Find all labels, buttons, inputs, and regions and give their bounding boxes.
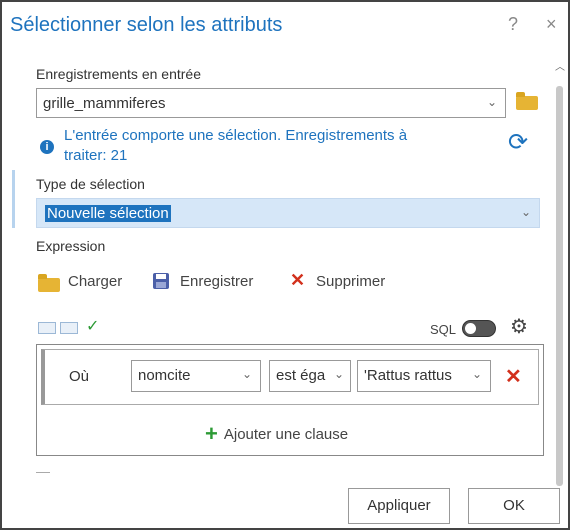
selection-info-line2: traiter: 21 (64, 147, 128, 164)
sql-toggle-label: SQL (430, 322, 457, 337)
apply-button[interactable]: Appliquer (348, 488, 450, 524)
scroll-thumb[interactable] (556, 86, 563, 486)
delete-icon: ✕ (290, 270, 306, 290)
chevron-down-icon: ⌄ (333, 367, 344, 381)
clause-operator-dropdown[interactable]: est éga ⌄ (269, 360, 351, 392)
close-button[interactable]: × (546, 14, 557, 35)
delete-clause-button[interactable]: ✕ (505, 364, 522, 389)
input-records-label: Enregistrements en entrée (36, 66, 201, 82)
info-icon: i (40, 140, 54, 154)
clause-row: Où nomcite ⌄ est éga ⌄ 'Rattus rattus ⌄ … (41, 349, 539, 405)
expression-label: Expression (36, 238, 106, 254)
clause-mode-icon[interactable] (38, 322, 56, 334)
where-label: Où (69, 368, 90, 385)
selection-type-dropdown[interactable]: Nouvelle sélection ⌄ (36, 198, 540, 228)
folder-load-icon (38, 274, 60, 292)
input-records-value: grille_mammiferes (43, 95, 166, 112)
scrollbar[interactable]: ︿ (554, 58, 565, 486)
clause-operator-value: est éga (276, 367, 326, 384)
clause-builder: Où nomcite ⌄ est éga ⌄ 'Rattus rattus ⌄ … (36, 344, 544, 456)
input-records-dropdown[interactable]: grille_mammiferes ⌄ (36, 88, 506, 118)
save-icon (153, 273, 169, 289)
gear-icon[interactable]: ⚙ (510, 314, 528, 339)
selection-type-label: Type de sélection (36, 176, 145, 192)
selection-info-line1: L'entrée comporte une sélection. Enregis… (64, 127, 408, 144)
scroll-up-icon[interactable]: ︿ (555, 58, 565, 73)
selection-type-value: Nouvelle sélection (45, 205, 171, 222)
add-clause-label: Ajouter une clause (223, 426, 349, 443)
chevron-down-icon: ⌄ (520, 205, 531, 219)
dialog-title: Sélectionner selon les attributs (10, 14, 283, 36)
select-by-attributes-dialog: Sélectionner selon les attributs ? × Enr… (0, 0, 570, 530)
clause-field-value: nomcite (138, 367, 191, 384)
validate-check-icon[interactable]: ✓ (86, 316, 99, 336)
clause-value-value: 'Rattus rattus (364, 367, 452, 384)
help-button[interactable]: ? (508, 14, 518, 35)
plus-icon: + (205, 421, 218, 446)
save-expression-button[interactable]: Enregistrer (180, 273, 253, 290)
section-accent-bar (12, 170, 15, 228)
selection-info-text: L'entrée comporte une sélection. Enregis… (64, 126, 407, 166)
delete-expression-button[interactable]: Supprimer (316, 273, 385, 290)
load-expression-button[interactable]: Charger (68, 273, 122, 290)
chevron-down-icon: ⌄ (471, 367, 482, 381)
clause-value-dropdown[interactable]: 'Rattus rattus ⌄ (357, 360, 491, 392)
chevron-down-icon: ⌄ (241, 367, 252, 381)
sql-toggle[interactable] (462, 320, 496, 337)
sql-mode-icon[interactable] (60, 322, 78, 334)
refresh-icon[interactable]: ⟳ (508, 128, 528, 157)
ok-button[interactable]: OK (468, 488, 560, 524)
clause-field-dropdown[interactable]: nomcite ⌄ (131, 360, 261, 392)
add-clause-button[interactable]: + Ajouter une clause (205, 421, 348, 447)
folder-open-icon[interactable] (516, 92, 538, 110)
divider (36, 472, 50, 473)
chevron-down-icon: ⌄ (486, 95, 497, 109)
